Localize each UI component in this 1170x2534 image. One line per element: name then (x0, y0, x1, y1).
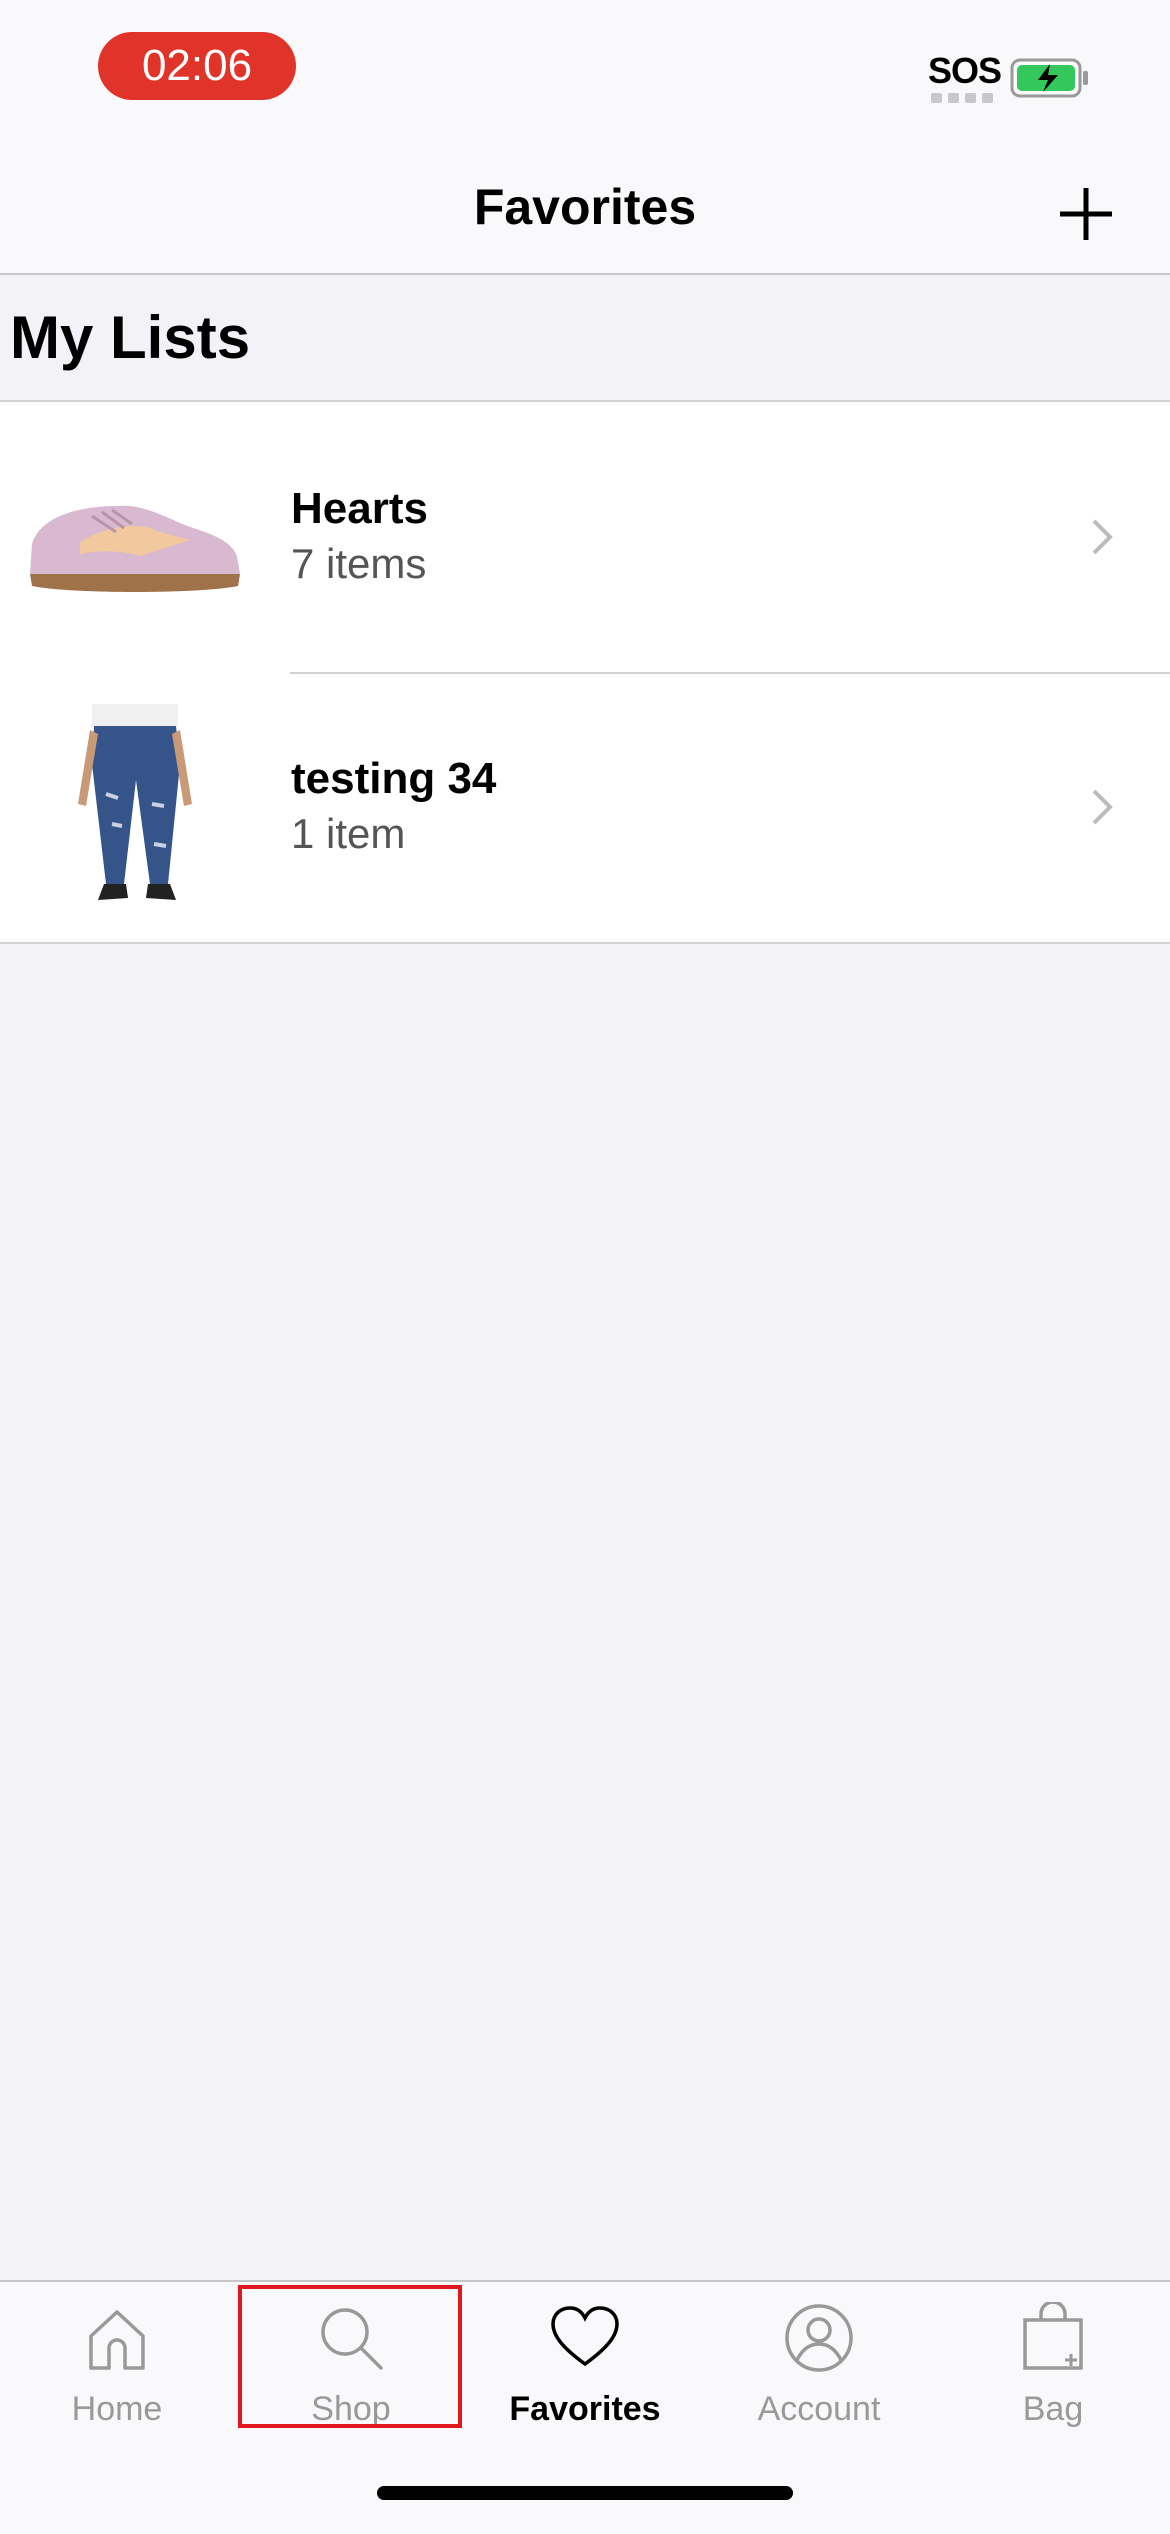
heart-icon (551, 2306, 619, 2367)
chevron-right-icon (1092, 789, 1113, 825)
signal-dots (931, 93, 993, 103)
tab-label: Bag (1022, 2390, 1084, 2428)
shop-tab-highlight (238, 2285, 462, 2428)
list-item[interactable]: testing 34 1 item (0, 672, 1170, 942)
section-title: My Lists (10, 304, 251, 371)
list-title: testing 34 (291, 754, 497, 803)
navigation-bar: Favorites (0, 140, 1170, 275)
house-icon (89, 2310, 145, 2370)
chevron-right-icon (1092, 519, 1113, 555)
list-title: Hearts (291, 484, 428, 533)
tab-label: Home (71, 2390, 163, 2428)
ripped-jeans-thumbnail (78, 704, 192, 900)
list-item[interactable]: Hearts 7 items (0, 402, 1170, 672)
favorites-lists: Hearts 7 items testing 34 1 item (0, 402, 1170, 944)
pink-sneaker-thumbnail (30, 505, 240, 592)
tab-favorites[interactable]: Favorites (468, 2282, 702, 2432)
user-circle-icon (785, 2304, 853, 2372)
shopping-bag-icon (1023, 2302, 1083, 2370)
tab-label: Account (757, 2390, 881, 2428)
page-title: Favorites (473, 179, 697, 235)
tab-label: Favorites (509, 2390, 661, 2428)
tab-home[interactable]: Home (0, 2282, 234, 2432)
list-item-count: 7 items (291, 540, 427, 587)
clock-time: 02:06 (98, 32, 296, 100)
status-bar: 02:06 SOS (0, 0, 1170, 140)
sos-indicator: SOS (928, 50, 1002, 91)
tab-account[interactable]: Account (702, 2282, 936, 2432)
list-item-count: 1 item (291, 810, 406, 857)
plus-icon[interactable] (1050, 178, 1122, 250)
battery-charging-icon (1010, 58, 1088, 98)
tab-bag[interactable]: Bag (936, 2282, 1170, 2432)
section-header: My Lists (0, 275, 1170, 402)
home-indicator[interactable] (377, 2486, 793, 2500)
